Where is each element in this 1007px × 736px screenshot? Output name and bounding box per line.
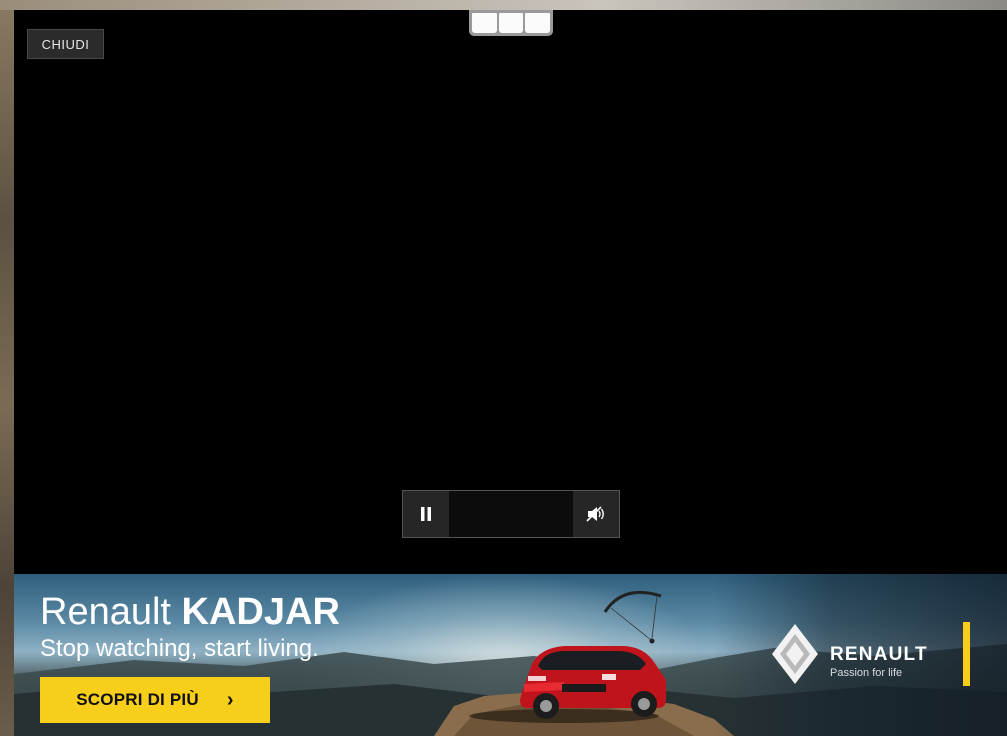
car-image <box>469 646 666 723</box>
tab-1[interactable] <box>472 13 497 33</box>
brand-tagline: Passion for life <box>830 667 903 679</box>
pause-button[interactable] <box>403 491 449 537</box>
renault-diamond-logo <box>772 624 818 684</box>
tab-3[interactable] <box>525 13 551 33</box>
pause-icon <box>421 507 431 521</box>
close-button[interactable]: CHIUDI <box>27 29 104 59</box>
tab-bar <box>469 10 553 36</box>
progress-track[interactable] <box>449 491 573 537</box>
accent-bar <box>963 622 970 686</box>
playback-controls <box>402 490 620 538</box>
banner-headline: Renault KADJAR <box>40 590 340 634</box>
background-page-top <box>0 0 1007 10</box>
mute-icon <box>586 506 604 522</box>
background-page-edge <box>0 0 14 736</box>
tab-2[interactable] <box>498 13 524 33</box>
cta-label: SCOPRI DI PIÙ <box>76 690 199 709</box>
brand-word: Renault <box>40 591 171 633</box>
learn-more-button[interactable]: SCOPRI DI PIÙ › <box>40 677 270 723</box>
banner-tagline: Stop watching, start living. <box>40 635 319 662</box>
mute-button[interactable] <box>573 491 619 537</box>
ad-banner[interactable]: Renault KADJAR Stop watching, start livi… <box>14 574 1007 736</box>
chevron-right-icon: › <box>226 688 234 711</box>
model-name: KADJAR <box>181 591 340 633</box>
brand-name: RENAULT <box>830 644 928 665</box>
